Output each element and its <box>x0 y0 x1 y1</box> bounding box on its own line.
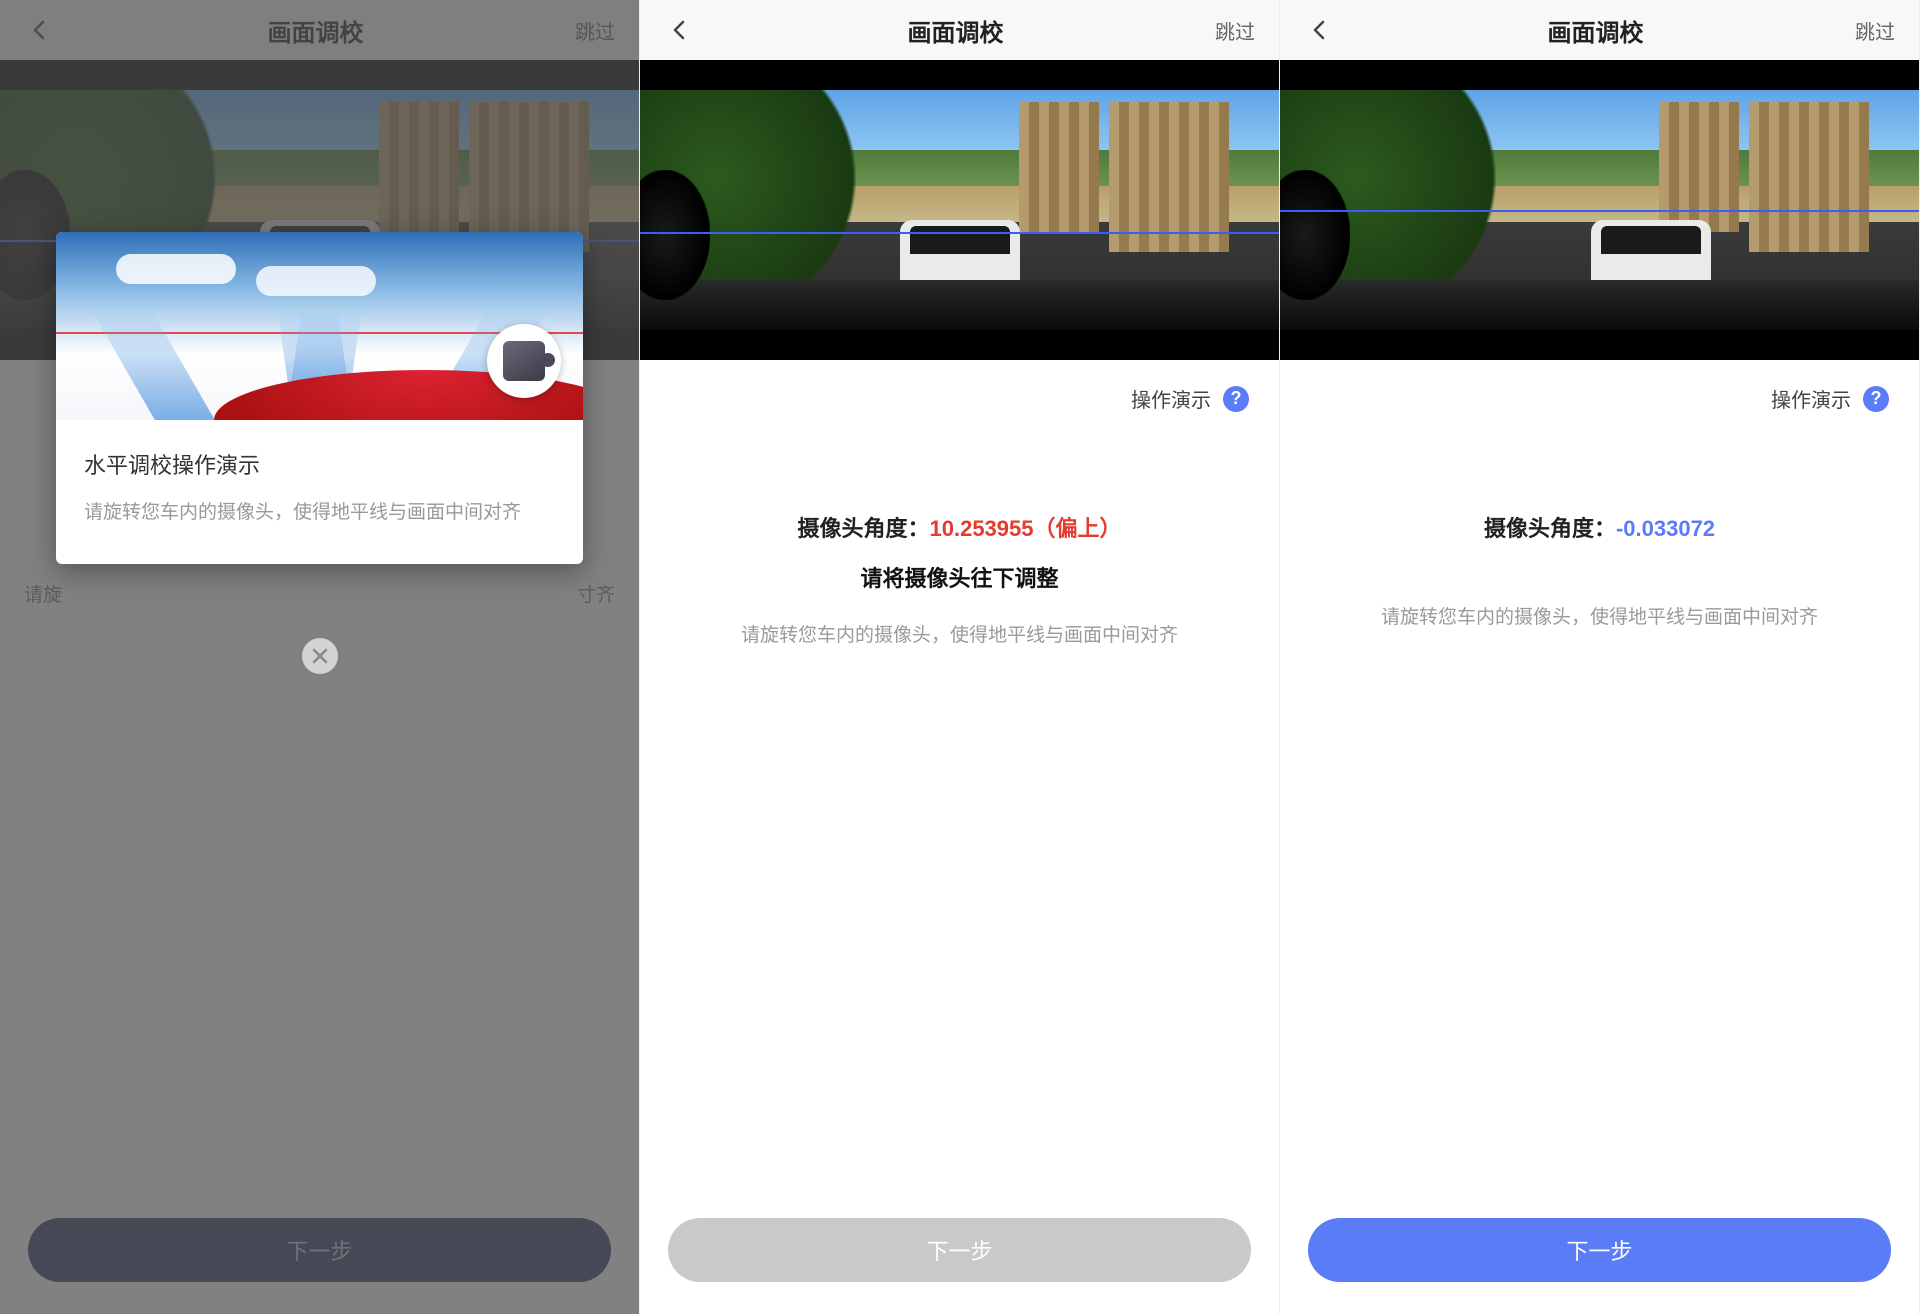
help-icon[interactable]: ? <box>1223 386 1249 412</box>
demo-link[interactable]: 操作演示 <box>1771 384 1851 413</box>
help-icon[interactable]: ? <box>1863 386 1889 412</box>
horizon-line <box>1280 210 1919 212</box>
angle-label: 摄像头角度： <box>797 516 929 541</box>
angle-label: 摄像头角度： <box>1484 516 1616 541</box>
instruction-text: 请旋转您车内的摄像头，使得地平线与画面中间对齐 <box>1308 603 1891 633</box>
close-icon <box>311 647 329 665</box>
camera-preview <box>640 60 1279 360</box>
modal-description: 请旋转您车内的摄像头，使得地平线与画面中间对齐 <box>84 498 555 528</box>
demo-illustration <box>56 232 583 420</box>
page-title: 画面调校 <box>908 13 1004 48</box>
modal-title: 水平调校操作演示 <box>84 448 555 480</box>
back-button[interactable] <box>1300 10 1340 50</box>
instruction-text: 请旋转您车内的摄像头，使得地平线与画面中间对齐 <box>668 621 1251 651</box>
close-button[interactable] <box>302 638 338 674</box>
back-button[interactable] <box>660 10 700 50</box>
angle-value: 10.253955（偏上） <box>930 516 1122 541</box>
angle-value: -0.033072 <box>1616 516 1715 541</box>
demo-link[interactable]: 操作演示 <box>1131 384 1211 413</box>
skip-button[interactable]: 跳过 <box>1211 10 1259 51</box>
demo-modal: 水平调校操作演示 请旋转您车内的摄像头，使得地平线与画面中间对齐 <box>56 232 583 564</box>
arrow-left-icon <box>668 18 692 42</box>
header: 画面调校 跳过 <box>1280 0 1919 60</box>
camera-icon <box>487 324 561 398</box>
horizon-line <box>640 232 1279 234</box>
adjust-hint: 请将摄像头往下调整 <box>668 561 1251 593</box>
arrow-left-icon <box>1308 18 1332 42</box>
next-button: 下一步 <box>668 1218 1251 1282</box>
page-title: 画面调校 <box>1548 13 1644 48</box>
next-button[interactable]: 下一步 <box>1308 1218 1891 1282</box>
camera-angle-line: 摄像头角度：-0.033072 <box>1308 511 1891 543</box>
camera-preview <box>1280 60 1919 360</box>
skip-button[interactable]: 跳过 <box>1851 10 1899 51</box>
camera-angle-line: 摄像头角度：10.253955（偏上） <box>668 511 1251 543</box>
header: 画面调校 跳过 <box>640 0 1279 60</box>
